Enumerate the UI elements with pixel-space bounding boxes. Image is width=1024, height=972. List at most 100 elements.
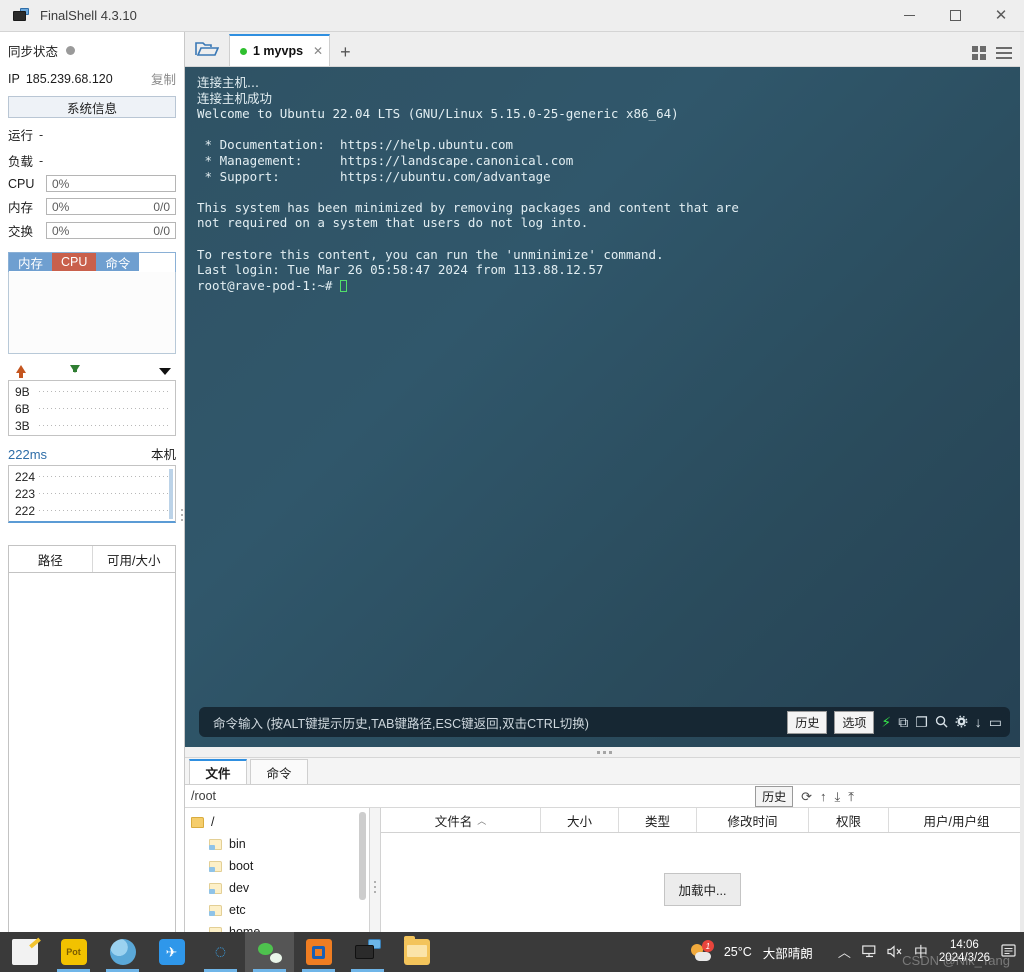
taskbar-finalshell-app[interactable] — [343, 932, 392, 972]
taskbar-clock[interactable]: 14:06 2024/3/26 — [939, 939, 990, 965]
tab-files[interactable]: 文件 — [189, 759, 247, 784]
tab-cpu[interactable]: CPU — [52, 253, 97, 271]
taskbar-potplayer-app[interactable]: Pot — [49, 932, 98, 972]
ime-chinese-icon[interactable]: 中 — [914, 945, 928, 959]
qq-icon: ◌ — [214, 940, 227, 963]
column-permissions[interactable]: 权限 — [809, 808, 889, 832]
tree-item-root[interactable]: / — [185, 811, 369, 833]
tab-memory[interactable]: 内存 — [9, 253, 53, 271]
tab-commands[interactable]: 命令 — [96, 253, 140, 271]
disk-column-free-size[interactable]: 可用/大小 — [93, 546, 176, 572]
command-options-button[interactable]: 选项 — [834, 710, 875, 734]
connection-status-dot — [240, 47, 247, 55]
tree-item-dev[interactable]: dev — [185, 877, 369, 899]
new-tab-button[interactable]: + — [340, 43, 351, 66]
terminal-line-8: This system has been minimized by removi… — [197, 199, 739, 215]
latency-header: 222ms 本机 — [8, 444, 176, 463]
maximize-button[interactable] — [932, 0, 978, 32]
volume-muted-icon[interactable] — [887, 944, 903, 960]
command-input-placeholder: 命令输入 (按ALT键提示历史,TAB键路径,ESC键返回,双击CTRL切换) — [213, 716, 589, 731]
grid-layout-icon[interactable] — [972, 46, 986, 60]
path-history-button[interactable]: 历史 — [755, 785, 794, 807]
network-icon[interactable] — [862, 944, 876, 960]
disk-table-body — [8, 573, 176, 932]
taskbar-qq-app[interactable]: ◌ — [196, 932, 245, 972]
terminal-view[interactable]: 连接主机... 连接主机成功 Welcome to Ubuntu 22.04 L… — [185, 67, 1024, 747]
open-folder-icon[interactable] — [185, 31, 229, 66]
minimize-button[interactable] — [886, 0, 932, 32]
disk-column-path[interactable]: 路径 — [9, 546, 93, 572]
close-button[interactable]: ✕ — [978, 0, 1024, 32]
memory-meter-row: 内存 0% 0/0 — [8, 197, 176, 216]
column-filename[interactable]: 文件名 ︿ — [381, 808, 541, 832]
taskbar-wechat-app[interactable] — [245, 932, 294, 972]
weather-condition[interactable]: 大部晴朗 — [763, 943, 813, 962]
file-toolbar: 历史 ⟳ ↑ ⤓ ⤒ — [755, 785, 1024, 807]
uptime-value: - — [39, 127, 44, 142]
horizontal-splitter[interactable] — [185, 747, 1024, 757]
lightning-icon[interactable]: ⚡ — [881, 715, 891, 729]
sidebar-splitter[interactable] — [178, 505, 185, 525]
tree-item-bin[interactable]: bin — [185, 833, 369, 855]
latency-ytick-2: 222 — [15, 503, 36, 518]
chevron-down-icon[interactable] — [159, 368, 171, 375]
command-input-bar[interactable]: 命令输入 (按ALT键提示历史,TAB键路径,ESC键返回,双击CTRL切换) … — [199, 707, 1010, 737]
terminal-line-11: To restore this content, you can run the… — [197, 246, 664, 262]
gridline — [39, 391, 169, 392]
weather-badge: 1 — [701, 940, 714, 952]
column-owner-group[interactable]: 用户/用户组 — [889, 808, 1024, 832]
column-type[interactable]: 类型 — [619, 808, 697, 832]
weather-temperature[interactable]: 25°C — [724, 945, 752, 959]
gridline — [39, 476, 169, 477]
load-label: 负载 — [8, 155, 34, 169]
search-icon[interactable] — [935, 715, 948, 730]
memory-meter-percent: 0% — [52, 199, 70, 214]
current-path[interactable]: /root — [191, 789, 216, 803]
tab-commands-panel[interactable]: 命令 — [250, 759, 308, 784]
show-hidden-icons[interactable]: ︿ — [838, 946, 851, 959]
file-path-bar: /root 历史 ⟳ ↑ ⤓ ⤒ — [185, 784, 1024, 808]
refresh-icon[interactable]: ⟳ — [801, 790, 812, 803]
latency-value: 222ms — [8, 447, 48, 462]
parent-dir-icon[interactable]: ↑ — [820, 790, 827, 803]
close-tab-icon[interactable]: ✕ — [313, 44, 323, 58]
network-grid-row: 3B — [9, 417, 175, 434]
copy-icon[interactable]: ⧉ — [898, 715, 908, 729]
memory-meter: 0% 0/0 — [46, 198, 176, 215]
latency-scrollbar[interactable] — [169, 469, 173, 519]
column-size[interactable]: 大小 — [541, 808, 619, 832]
upload-arrow-icon — [16, 365, 26, 378]
taskbar-apps: Pot ✈ ◌ — [0, 932, 441, 972]
tree-item-boot[interactable]: boot — [185, 855, 369, 877]
hamburger-menu-icon[interactable] — [996, 47, 1012, 59]
copy-ip-button[interactable]: 复制 — [151, 69, 176, 88]
paste-icon[interactable]: ❐ — [915, 715, 928, 729]
session-tab-myvps[interactable]: 1 myvps ✕ — [229, 34, 331, 66]
download-arrow-icon — [70, 365, 80, 373]
tree-scrollbar-thumb[interactable] — [359, 812, 366, 900]
notification-icon[interactable] — [1001, 944, 1016, 960]
system-info-button[interactable]: 系统信息 — [8, 96, 176, 118]
sync-status-dot — [66, 46, 76, 55]
folder-icon — [209, 860, 222, 872]
window-icon[interactable]: ▭ — [989, 715, 1002, 729]
download-icon[interactable]: ↓ — [975, 715, 982, 729]
terminal-cursor — [340, 279, 347, 292]
taskbar-browser-app[interactable] — [98, 932, 147, 972]
network-grid-row: 9B — [9, 383, 175, 400]
column-modified[interactable]: 修改时间 — [697, 808, 809, 832]
tree-item-etc[interactable]: etc — [185, 899, 369, 921]
taskbar-vmware-app[interactable] — [294, 932, 343, 972]
download-file-icon[interactable]: ⤓ — [835, 790, 841, 803]
finalshell-app-icon — [12, 7, 30, 24]
terminal-line-5: * Management: https://landscape.canonica… — [197, 152, 574, 168]
upload-file-icon[interactable]: ⤒ — [848, 790, 854, 803]
taskbar-notepad-app[interactable] — [0, 932, 49, 972]
taskbar-bird-app[interactable]: ✈ — [147, 932, 196, 972]
command-history-button[interactable]: 历史 — [787, 710, 828, 734]
weather-icon[interactable]: 1 — [690, 940, 714, 961]
session-tab-label: 1 myvps — [253, 44, 304, 58]
taskbar-explorer-app[interactable] — [392, 932, 441, 972]
resource-tabs: 内存 CPU 命令 — [8, 252, 176, 272]
settings-gear-icon[interactable] — [955, 715, 968, 730]
